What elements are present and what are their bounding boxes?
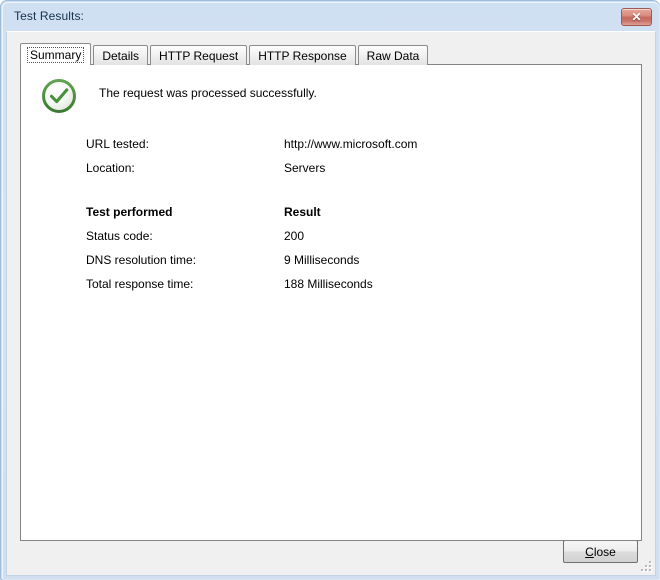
status-row: The request was processed successfully.: [41, 78, 601, 118]
tab-summary[interactable]: Summary: [20, 43, 92, 65]
tab-summary-label: Summary: [27, 46, 85, 63]
tab-http-request[interactable]: HTTP Request: [150, 45, 248, 65]
tab-http-response-label: HTTP Response: [258, 48, 347, 63]
tab-details[interactable]: Details: [93, 45, 149, 65]
dialog-window: Test Results: ✕ Summary Details HTTP Req…: [0, 0, 660, 580]
success-check-icon: [42, 79, 76, 113]
tab-control: Summary Details HTTP Request HTTP Respon…: [20, 43, 642, 541]
tab-strip: Summary Details HTTP Request HTTP Respon…: [20, 43, 430, 65]
results-label-dns-time: DNS resolution time:: [86, 253, 197, 267]
results-value-total-time: 188 Milliseconds: [284, 277, 373, 291]
tab-http-request-label: HTTP Request: [159, 48, 239, 63]
tab-raw-data-label: Raw Data: [366, 48, 420, 63]
results-header-test: Test performed: [86, 205, 173, 219]
window-close-button[interactable]: ✕: [621, 8, 652, 26]
info-label-url: URL tested:: [86, 137, 149, 151]
close-button-label: lose: [593, 544, 616, 559]
results-value-status-code: 200: [284, 229, 305, 243]
results-header-row: Test performed Result: [86, 205, 606, 229]
summary-info-block: URL tested: http://www.microsoft.com Loc…: [86, 137, 606, 301]
results-row-status-code: Status code: 200: [86, 229, 606, 253]
dialog-client-area: Summary Details HTTP Request HTTP Respon…: [6, 31, 656, 576]
info-value-location: Servers: [284, 161, 326, 175]
close-button-accel: C: [585, 544, 594, 559]
tab-http-response[interactable]: HTTP Response: [249, 45, 356, 65]
tab-details-label: Details: [102, 48, 140, 63]
status-message: The request was processed successfully.: [99, 86, 317, 100]
results-row-total-time: Total response time: 188 Milliseconds: [86, 277, 606, 301]
info-label-location: Location:: [86, 161, 135, 175]
title-bar[interactable]: Test Results: ✕: [3, 3, 659, 29]
info-row-location: Location: Servers: [86, 161, 606, 185]
window-title: Test Results:: [14, 9, 84, 23]
close-icon: ✕: [631, 10, 642, 24]
results-label-status-code: Status code:: [86, 229, 153, 243]
results-header-result: Result: [284, 205, 321, 219]
results-row-dns-time: DNS resolution time: 9 Milliseconds: [86, 253, 606, 277]
results-value-dns-time: 9 Milliseconds: [284, 253, 360, 267]
tab-panel-summary: The request was processed successfully. …: [20, 64, 642, 541]
close-button[interactable]: Close: [563, 540, 638, 563]
info-value-url: http://www.microsoft.com: [284, 137, 418, 151]
tab-raw-data[interactable]: Raw Data: [357, 45, 429, 65]
resize-grip[interactable]: [640, 560, 653, 573]
results-label-total-time: Total response time:: [86, 277, 194, 291]
info-row-url: URL tested: http://www.microsoft.com: [86, 137, 606, 161]
